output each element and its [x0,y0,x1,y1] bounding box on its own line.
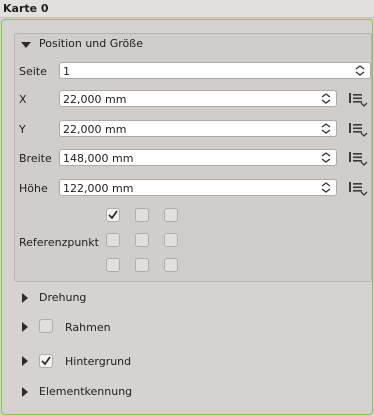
y-value: 22,000 mm [63,123,127,136]
check-icon [108,210,118,220]
panel-header: Karte 0 [0,0,374,18]
reference-point-middle-right[interactable] [164,233,178,247]
data-defined-override-icon[interactable] [346,120,370,138]
x-value: 22,000 mm [63,93,127,106]
reference-point-middle-left[interactable] [106,233,120,247]
width-value: 148,000 mm [63,152,134,165]
expand-down-icon[interactable] [21,42,31,48]
spin-arrows-icon[interactable] [321,123,331,134]
expand-right-icon[interactable] [22,387,28,397]
spin-arrows-icon[interactable] [321,93,331,104]
position-group-title[interactable]: Position und Größe [39,37,143,50]
spin-arrows-icon[interactable] [321,152,331,163]
reference-point-center[interactable] [135,233,149,247]
frame-checkbox[interactable] [39,319,53,333]
page-spinbox[interactable]: 1 [59,62,371,79]
background-checkbox[interactable] [39,354,53,368]
reference-point-bottom-right[interactable] [164,258,178,272]
height-label: Höhe [19,182,48,195]
page-label: Seite [19,65,47,78]
width-spinbox[interactable]: 148,000 mm [59,149,337,166]
reference-point-top-left[interactable] [106,208,120,222]
spin-arrows-icon[interactable] [321,182,331,193]
data-defined-override-icon[interactable] [346,179,370,197]
reference-point-bottom-left[interactable] [106,258,120,272]
check-icon [41,356,51,366]
reference-point-bottom-center[interactable] [135,258,149,272]
width-label: Breite [19,152,52,165]
background-section-title[interactable]: Hintergrund [65,355,131,368]
reference-point-top-center[interactable] [135,208,149,222]
page-value: 1 [63,65,70,78]
expand-right-icon[interactable] [22,356,28,366]
height-spinbox[interactable]: 122,000 mm [59,179,337,196]
rotation-section-title[interactable]: Drehung [39,291,86,304]
frame-section-title[interactable]: Rahmen [65,321,111,334]
data-defined-override-icon[interactable] [346,90,370,108]
expand-right-icon[interactable] [22,322,28,332]
x-spinbox[interactable]: 22,000 mm [59,90,337,107]
panel-title: Karte 0 [3,2,49,15]
spin-arrows-icon[interactable] [355,65,365,76]
data-defined-override-icon[interactable] [346,149,370,167]
reference-point-top-right[interactable] [164,208,178,222]
y-spinbox[interactable]: 22,000 mm [59,120,337,137]
x-label: X [19,93,27,106]
reference-point-label: Referenzpunkt [19,236,99,249]
y-label: Y [19,123,26,136]
expand-right-icon[interactable] [22,293,28,303]
height-value: 122,000 mm [63,182,134,195]
item-id-section-title[interactable]: Elementkennung [39,385,132,398]
